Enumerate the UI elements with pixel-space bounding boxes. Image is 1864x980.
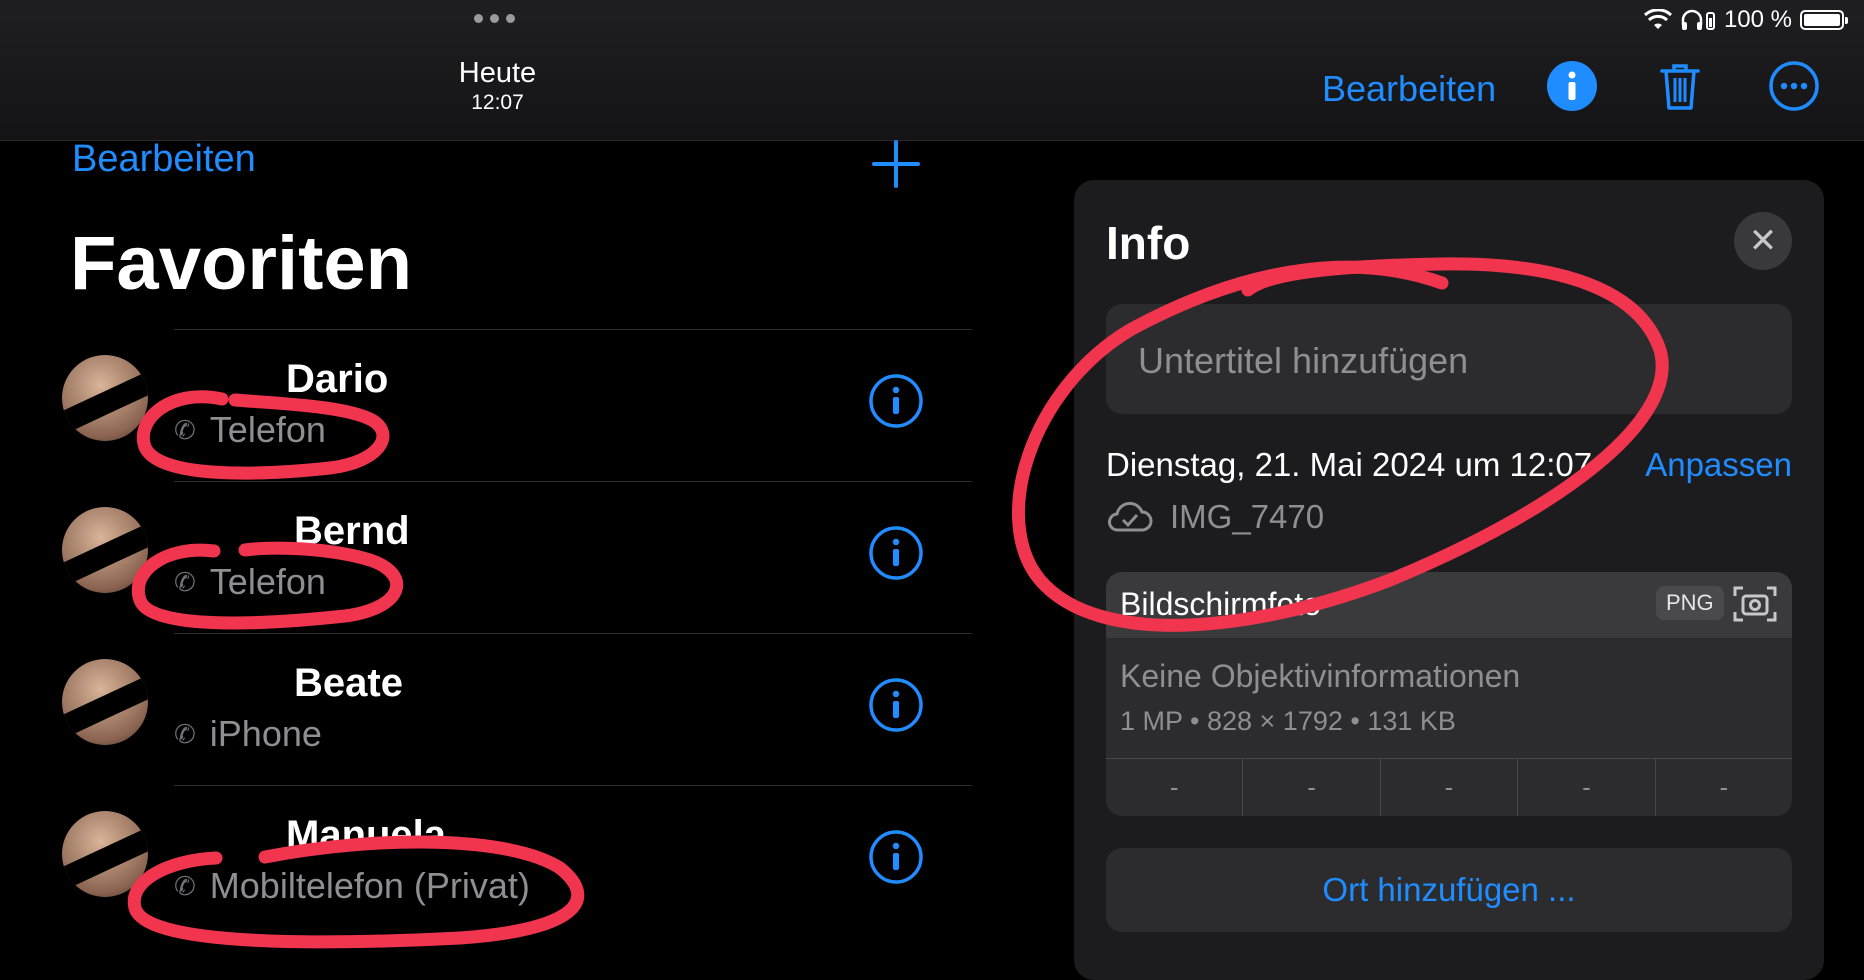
contact-name: Beate bbox=[294, 661, 403, 705]
caption-placeholder: Untertitel hinzufügen bbox=[1138, 340, 1469, 381]
favorites-edit-button[interactable]: Bearbeiten bbox=[72, 138, 256, 181]
exif-value: - bbox=[1518, 759, 1656, 816]
image-specs: 1 MP • 828 × 1792 • 131 KB bbox=[1120, 706, 1456, 736]
row-divider bbox=[174, 633, 972, 634]
contact-label: Mobiltelefon (Privat) bbox=[209, 865, 530, 906]
status-bar: 100 % bbox=[1643, 6, 1848, 34]
toolbar-title-day: Heute bbox=[458, 57, 537, 89]
exif-value: - bbox=[1719, 772, 1729, 802]
contact-subtitle: ✆ Mobiltelefon (Privat) bbox=[174, 865, 530, 907]
plus-icon[interactable] bbox=[872, 140, 920, 188]
favorite-row-bernd[interactable]: Bernd ✆ Telefon bbox=[0, 481, 972, 633]
info-icon[interactable] bbox=[868, 677, 924, 733]
phone-icon: ✆ bbox=[174, 566, 196, 597]
headphones-icon bbox=[1681, 9, 1715, 30]
photo-date: Dienstag, 21. Mai 2024 um 12:07 bbox=[1106, 446, 1593, 483]
contact-subtitle: ✆ Telefon bbox=[174, 409, 326, 451]
file-name: IMG_7470 bbox=[1170, 498, 1325, 535]
top-toolbar: Heute 12:07 100 % Bearbeiten bbox=[0, 0, 1864, 141]
avatar bbox=[62, 355, 148, 441]
adjust-date-button[interactable]: Anpassen bbox=[1645, 446, 1792, 484]
exif-value: - bbox=[1106, 759, 1244, 816]
avatar bbox=[62, 507, 148, 593]
contact-label: Telefon bbox=[209, 409, 326, 450]
favorite-row-manuela[interactable]: Manuela ✆ Mobiltelefon (Privat) bbox=[0, 785, 972, 937]
contact-name: Bernd bbox=[294, 509, 410, 553]
trash-icon[interactable] bbox=[1652, 58, 1708, 114]
avatar bbox=[62, 659, 148, 745]
info-icon[interactable] bbox=[1544, 58, 1600, 114]
image-kind: Bildschirmfoto bbox=[1120, 586, 1321, 622]
favorite-row-beate[interactable]: Beate ✆ iPhone bbox=[0, 633, 972, 785]
close-icon[interactable]: ✕ bbox=[1734, 212, 1792, 270]
phone-icon: ✆ bbox=[174, 718, 196, 749]
add-location-button[interactable]: Ort hinzufügen ... bbox=[1106, 848, 1792, 932]
battery-icon bbox=[1800, 10, 1848, 30]
metadata-header: Bildschirmfoto PNG bbox=[1106, 572, 1792, 638]
battery-percentage: 100 % bbox=[1723, 6, 1792, 33]
info-icon[interactable] bbox=[868, 373, 924, 429]
wifi-icon bbox=[1643, 9, 1672, 29]
toolbar-title-time: 12:07 bbox=[471, 91, 524, 114]
exif-row: - - - - - bbox=[1106, 759, 1792, 816]
toolbar-title: Heute 12:07 bbox=[400, 56, 595, 116]
row-divider bbox=[174, 481, 972, 482]
format-badge: PNG bbox=[1656, 586, 1724, 620]
info-panel: Info ✕ Untertitel hinzufügen Dienstag, 2… bbox=[1074, 180, 1824, 980]
avatar bbox=[62, 811, 148, 897]
contact-name: Manuela bbox=[286, 813, 447, 857]
screenshot-icon bbox=[1733, 586, 1777, 622]
contact-name: Dario bbox=[286, 357, 389, 401]
more-icon[interactable] bbox=[1766, 58, 1822, 114]
exif-value: - bbox=[1381, 759, 1519, 816]
row-divider bbox=[174, 329, 972, 330]
info-icon[interactable] bbox=[868, 525, 924, 581]
info-icon[interactable] bbox=[868, 829, 924, 885]
multitasking-dots-icon[interactable] bbox=[474, 14, 515, 23]
exif-value: - bbox=[1243, 759, 1381, 816]
contact-subtitle: ✆ iPhone bbox=[174, 713, 322, 755]
page-title: Favoriten bbox=[70, 221, 413, 306]
phone-icon: ✆ bbox=[174, 870, 196, 901]
contact-label: iPhone bbox=[209, 713, 322, 754]
icloud-check-icon bbox=[1108, 501, 1153, 532]
toolbar-edit-button[interactable]: Bearbeiten bbox=[1322, 68, 1496, 110]
metadata-card: Bildschirmfoto PNG Keine Objektivinforma… bbox=[1106, 572, 1792, 816]
contact-label: Telefon bbox=[209, 561, 326, 602]
phone-icon: ✆ bbox=[174, 414, 196, 445]
file-info: IMG_7470 bbox=[1106, 498, 1324, 536]
favorite-row-dario[interactable]: Dario ✆ Telefon bbox=[0, 329, 972, 481]
lens-info: Keine Objektivinformationen bbox=[1120, 658, 1521, 694]
contact-subtitle: ✆ Telefon bbox=[174, 561, 326, 603]
info-panel-title: Info bbox=[1106, 217, 1191, 269]
row-divider bbox=[174, 785, 972, 786]
caption-field[interactable]: Untertitel hinzufügen bbox=[1106, 304, 1792, 414]
